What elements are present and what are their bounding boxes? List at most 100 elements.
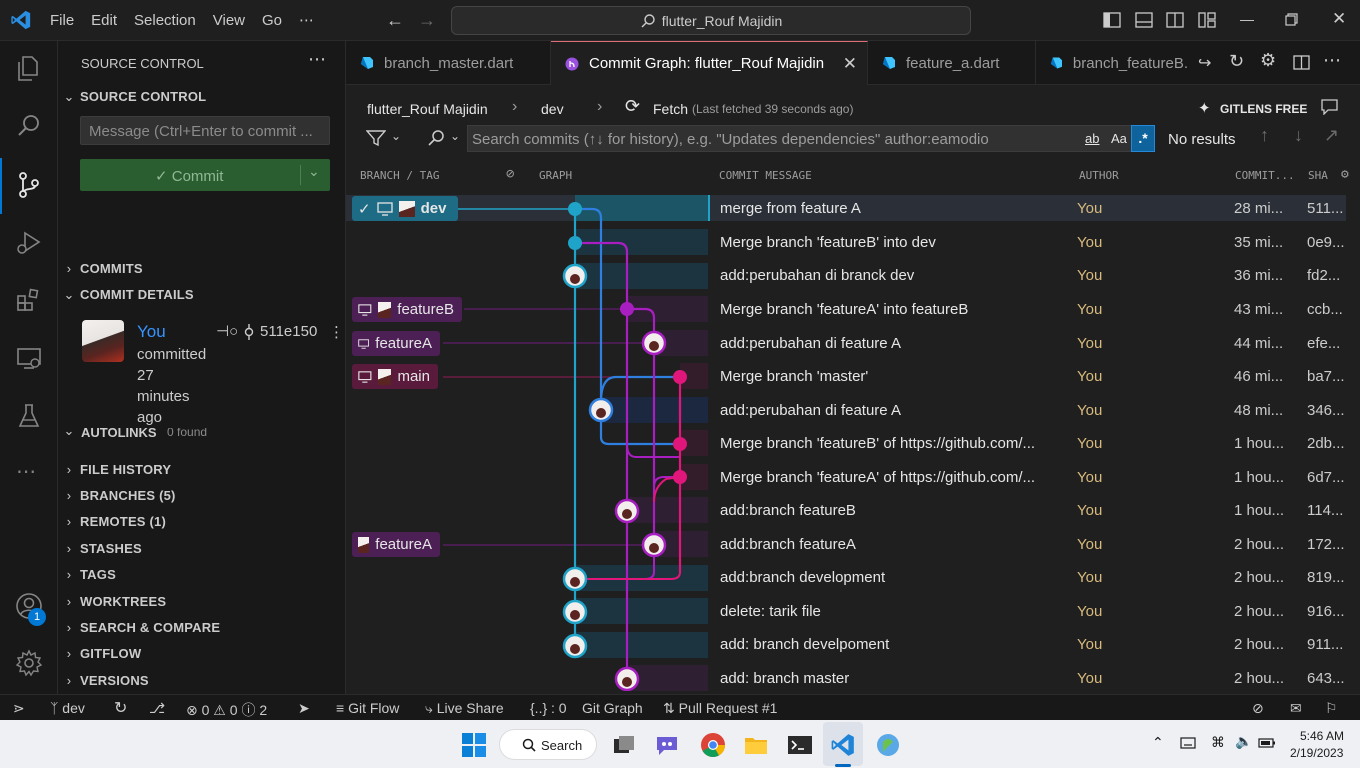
filter-icon[interactable]: [366, 129, 386, 147]
section-commit-details[interactable]: ⌄ COMMIT DETAILS: [58, 287, 345, 303]
volume-icon[interactable]: 🔈: [1235, 733, 1252, 750]
menu-edit[interactable]: Edit: [91, 12, 117, 29]
source-control-icon[interactable]: [14, 170, 44, 200]
table-row[interactable]: add:branch development You 2 hou... 819.…: [346, 561, 1360, 595]
section-source-control[interactable]: ⌄ SOURCE CONTROL: [58, 89, 345, 105]
gitflow-status[interactable]: ≡ Git Flow: [336, 700, 399, 716]
remote-indicator-icon[interactable]: ⋗: [13, 700, 25, 717]
search-icon[interactable]: [14, 111, 44, 141]
table-row[interactable]: Merge branch 'featureB' into dev You 35 …: [346, 226, 1360, 260]
section-branches[interactable]: › BRANCHES (5): [58, 488, 345, 503]
section-file-history[interactable]: › FILE HISTORY: [58, 462, 345, 477]
sidebar-more-icon[interactable]: ⋯: [308, 49, 326, 70]
branch-badge-dev[interactable]: ✓ dev: [352, 196, 458, 221]
table-row[interactable]: featureB Merge branch 'featureA' into fe…: [346, 293, 1360, 327]
table-row[interactable]: Merge branch 'featureB' of https://githu…: [346, 427, 1360, 461]
extensions-icon[interactable]: [14, 285, 44, 315]
graph-settings-gear-icon[interactable]: ⚙: [1260, 50, 1276, 71]
table-row[interactable]: featureA add:perubahan di feature A You …: [346, 327, 1360, 361]
file-explorer-icon[interactable]: [743, 732, 769, 758]
close-window-icon[interactable]: ✕: [1332, 9, 1346, 29]
col-commit-date[interactable]: COMMIT...: [1235, 169, 1295, 182]
gitlens-free-badge[interactable]: GITLENS FREE: [1220, 102, 1307, 116]
commit-author-link[interactable]: You: [137, 322, 166, 342]
branch-badge-featureb[interactable]: featureB: [352, 297, 462, 322]
open-in-view-icon[interactable]: ↗: [1324, 125, 1339, 146]
branch-selector[interactable]: dev: [541, 101, 564, 117]
tab-commit-graph[interactable]: Commit Graph: flutter_Rouf Majidin ✕: [551, 41, 868, 85]
previous-result-icon[interactable]: ↑: [1260, 125, 1269, 146]
autolinks-row[interactable]: ⌄ AUTOLINKS 0 found: [58, 428, 346, 441]
menu-go[interactable]: Go: [262, 12, 282, 29]
testing-flask-icon[interactable]: [14, 401, 44, 431]
search-chevron-icon[interactable]: ⌄: [450, 129, 460, 143]
customize-layout-icon[interactable]: [1198, 12, 1216, 28]
branch-status[interactable]: ᛉ dev: [50, 700, 85, 716]
section-gitflow[interactable]: › GITFLOW: [58, 646, 345, 661]
menu-selection[interactable]: Selection: [134, 12, 196, 29]
repo-selector[interactable]: flutter_Rouf Majidin: [367, 101, 488, 117]
forward-arrow-icon[interactable]: →: [418, 10, 436, 31]
problems-status[interactable]: ⊗ 0 ⚠ 0 ⓘ 2: [186, 700, 267, 720]
table-row[interactable]: main Merge branch 'master' You 46 mi... …: [346, 360, 1360, 394]
pull-request-status[interactable]: ⇅ Pull Request #1: [663, 700, 777, 717]
branch-badge-featurea[interactable]: featureA: [352, 331, 440, 356]
column-settings-gear-icon[interactable]: ⚙: [1341, 167, 1349, 182]
col-graph[interactable]: GRAPH: [539, 169, 572, 182]
vscode-taskbar-icon[interactable]: [830, 732, 856, 758]
search-mode-icon[interactable]: [426, 129, 446, 147]
commit-message-input[interactable]: Message (Ctrl+Enter to commit ...: [80, 116, 330, 145]
fetch-sync-icon[interactable]: ⟳: [625, 96, 640, 117]
taskbar-search[interactable]: Search: [499, 729, 597, 760]
col-branch-tag[interactable]: BRANCH / TAG: [360, 169, 439, 182]
tab-branch-master[interactable]: branch_master.dart: [346, 41, 551, 85]
section-worktrees[interactable]: › WORKTREES: [58, 594, 345, 609]
braces-status[interactable]: {..} : 0: [530, 700, 567, 716]
explorer-icon[interactable]: [14, 53, 44, 83]
next-result-icon[interactable]: ↓: [1294, 125, 1303, 146]
open-changes-icon[interactable]: ↪: [1198, 53, 1211, 73]
task-view-icon[interactable]: [611, 732, 637, 758]
col-author[interactable]: AUTHOR: [1079, 169, 1119, 182]
hide-refs-icon[interactable]: ⊘: [506, 166, 514, 182]
tab-feature-a[interactable]: feature_a.dart: [868, 41, 1036, 85]
section-remotes[interactable]: › REMOTES (1): [58, 514, 345, 529]
section-tags[interactable]: › TAGS: [58, 567, 345, 582]
settings-gear-icon[interactable]: [14, 648, 44, 678]
toggle-sidebar-icon[interactable]: [1103, 12, 1121, 28]
account-feedback-icon[interactable]: [1320, 98, 1339, 115]
copy-sha-icon[interactable]: ⋮: [329, 323, 344, 341]
branch-badge-featurea-remote[interactable]: featureA: [352, 532, 440, 557]
windows-start-icon[interactable]: [461, 732, 487, 758]
table-row[interactable]: add: branch master You 2 hou... 643...: [346, 662, 1360, 691]
menu-file[interactable]: File: [50, 12, 74, 29]
menu-view[interactable]: View: [213, 12, 245, 29]
commit-sha[interactable]: 511e150: [260, 323, 317, 340]
col-sha[interactable]: SHA: [1308, 169, 1328, 182]
battery-icon[interactable]: [1258, 738, 1276, 748]
commit-search-input[interactable]: Search commits (↑↓ for history), e.g. "U…: [467, 125, 1143, 152]
match-case-toggle[interactable]: Aa: [1111, 131, 1127, 146]
sync-icon[interactable]: ↻: [114, 698, 127, 718]
section-commits[interactable]: › COMMITS: [58, 261, 345, 276]
table-row[interactable]: ✓ dev merge from feature A You 28 mi... …: [346, 192, 1360, 226]
keyboard-icon[interactable]: [1180, 737, 1196, 749]
table-row[interactable]: add:perubahan di branck dev You 36 mi...…: [346, 259, 1360, 293]
section-stashes[interactable]: › STASHES: [58, 541, 345, 556]
notifications-bell-icon[interactable]: ⚐: [1325, 700, 1338, 717]
section-search-compare[interactable]: › SEARCH & COMPARE: [58, 620, 345, 635]
branch-badge-main[interactable]: main: [352, 364, 438, 389]
menu-more[interactable]: ⋯: [299, 11, 314, 29]
git-graph-status-icon[interactable]: ⎇: [149, 700, 165, 717]
refresh-icon[interactable]: ↻: [1229, 51, 1244, 72]
clock-date[interactable]: 2/19/2023: [1290, 746, 1343, 760]
editor-more-icon[interactable]: ⋯: [1323, 50, 1341, 71]
commit-dropdown-chevron-icon[interactable]: ⌄: [308, 163, 320, 180]
broadcast-off-icon[interactable]: ⊘: [1252, 700, 1264, 717]
fetch-button[interactable]: Fetch: [653, 101, 688, 117]
run-status-icon[interactable]: ➤: [298, 700, 310, 717]
match-word-toggle[interactable]: ab: [1085, 131, 1099, 146]
more-views-icon[interactable]: ⋯: [16, 459, 37, 484]
minimize-icon[interactable]: —: [1240, 11, 1254, 27]
commit-button[interactable]: ✓ Commit ⌄: [80, 159, 330, 191]
